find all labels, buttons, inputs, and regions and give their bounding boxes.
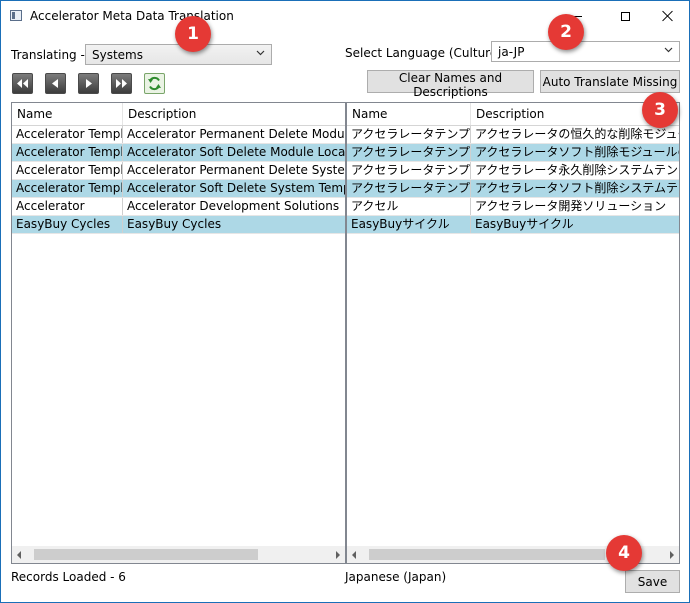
callout-badge-3: 3 — [642, 92, 678, 128]
table-row[interactable]: EasyBuyサイクル EasyBuyサイクル — [347, 216, 679, 234]
callout-badge-1: 1 — [175, 16, 211, 52]
cell-name[interactable]: Accelerator Templ 1 — [12, 180, 123, 197]
table-row[interactable]: EasyBuy Cycles EasyBuy Cycles — [12, 216, 345, 234]
records-loaded-text: Records Loaded - 6 — [11, 570, 126, 584]
cell-name[interactable]: EasyBuyサイクル — [347, 216, 471, 233]
cell-name[interactable]: アクセラレータテンプレート3 — [347, 144, 471, 161]
maximize-button[interactable] — [605, 1, 645, 31]
previous-record-button[interactable] — [45, 73, 66, 94]
save-button[interactable]: Save — [625, 570, 680, 593]
column-header-name[interactable]: Name — [347, 103, 471, 125]
culture-name-text: Japanese (Japan) — [345, 570, 447, 584]
table-row[interactable]: Accelerator Templ 2Accelerator Permanent… — [12, 162, 345, 180]
next-icon — [86, 79, 92, 88]
chevron-down-icon — [664, 47, 673, 53]
translation-grid-rows: アクセラレータテンプレート4アクセラレータの恒久的な削除モジュールの場所アクセラ… — [347, 126, 679, 234]
maximize-icon — [620, 11, 630, 21]
scroll-right-icon[interactable] — [336, 551, 340, 559]
cell-name[interactable]: アクセラレータテンプレート1 — [347, 180, 471, 197]
fast-forward-icon — [116, 79, 127, 88]
cell-name[interactable]: Accelerator — [12, 198, 123, 215]
translation-grid-header: Name Description — [347, 103, 679, 126]
cell-description[interactable]: アクセラレータソフト削除システムテンプレート — [471, 180, 679, 197]
cell-description[interactable]: アクセラレータ開発ソリューション — [471, 198, 679, 215]
source-grid-header: Name Description — [12, 103, 345, 126]
translating-select-value: Systems — [92, 48, 143, 62]
chevron-down-icon — [256, 50, 265, 56]
clear-names-button[interactable]: Clear Names and Descriptions — [367, 70, 534, 99]
cell-description[interactable]: アクセラレータ永久削除システムテンプレート — [471, 162, 679, 179]
column-header-description[interactable]: Description — [123, 103, 345, 125]
scrollbar-thumb[interactable] — [34, 549, 258, 560]
cell-name[interactable]: Accelerator Templ 4 — [12, 126, 123, 143]
source-grid[interactable]: Name Description Accelerator Templ 4Acce… — [11, 102, 346, 564]
cell-description[interactable]: Accelerator Soft Delete System Template — [123, 180, 345, 197]
table-row[interactable]: アクセラレータテンプレート3アクセラレータソフト削除モジュールの位置システム — [347, 144, 679, 162]
table-row[interactable]: Accelerator Templ 4Accelerator Permanent… — [12, 126, 345, 144]
cell-description[interactable]: Accelerator Development Solutions — [123, 198, 345, 215]
column-header-name[interactable]: Name — [12, 103, 123, 125]
close-button[interactable] — [648, 1, 688, 31]
refresh-button[interactable] — [144, 73, 165, 94]
app-window: Accelerator Meta Data Translation Transl… — [0, 0, 690, 603]
cell-description[interactable]: EasyBuyサイクル — [471, 216, 679, 233]
scroll-left-icon[interactable] — [17, 551, 21, 559]
callout-badge-2: 2 — [548, 14, 584, 50]
cell-description[interactable]: アクセラレータの恒久的な削除モジュールの場所 — [471, 126, 679, 143]
cell-description[interactable]: Accelerator Permanent Delete System Temp… — [123, 162, 345, 179]
translating-select[interactable]: Systems — [85, 44, 272, 65]
cell-description[interactable]: EasyBuy Cycles — [123, 216, 345, 233]
cell-name[interactable]: Accelerator Templ 2 — [12, 162, 123, 179]
title-bar[interactable]: Accelerator Meta Data Translation — [1, 1, 689, 31]
refresh-icon — [148, 76, 161, 91]
last-record-button[interactable] — [111, 73, 132, 94]
cell-name[interactable]: アクセル — [347, 198, 471, 215]
next-record-button[interactable] — [78, 73, 99, 94]
app-icon — [10, 10, 22, 21]
translating-label: Translating - — [11, 48, 85, 62]
close-icon — [662, 10, 674, 22]
table-row[interactable]: アクセラレータテンプレート4アクセラレータの恒久的な削除モジュールの場所 — [347, 126, 679, 144]
table-row[interactable]: Accelerator Templ 3Accelerator Soft Dele… — [12, 144, 345, 162]
translation-grid[interactable]: Name Description アクセラレータテンプレート4アクセラレータの恒… — [346, 102, 680, 564]
table-row[interactable]: Accelerator Accelerator Development Solut… — [12, 198, 345, 216]
cell-description[interactable]: Accelerator Soft Delete Module Location … — [123, 144, 345, 161]
cell-name[interactable]: アクセラレータテンプレート2 — [347, 162, 471, 179]
language-label: Select Language (Culture) — [345, 46, 502, 60]
horizontal-scrollbar[interactable] — [12, 546, 345, 563]
source-grid-rows: Accelerator Templ 4Accelerator Permanent… — [12, 126, 345, 234]
rewind-icon — [17, 79, 28, 88]
language-select[interactable]: ja-JP — [491, 41, 680, 62]
cell-name[interactable]: Accelerator Templ 3 — [12, 144, 123, 161]
cell-description[interactable]: Accelerator Permanent Delete Module Loca… — [123, 126, 345, 143]
cell-description[interactable]: アクセラレータソフト削除モジュールの位置システム — [471, 144, 679, 161]
previous-icon — [52, 79, 58, 88]
auto-translate-button[interactable]: Auto Translate Missing — [540, 70, 680, 93]
callout-badge-4: 4 — [606, 535, 642, 571]
scrollbar-thumb[interactable] — [369, 549, 605, 560]
table-row[interactable]: アクセラレータテンプレート1アクセラレータソフト削除システムテンプレート — [347, 180, 679, 198]
scroll-right-icon[interactable] — [670, 551, 674, 559]
table-row[interactable]: Accelerator Templ 1Accelerator Soft Dele… — [12, 180, 345, 198]
first-record-button[interactable] — [12, 73, 33, 94]
table-row[interactable]: アクセラレータテンプレート2アクセラレータ永久削除システムテンプレート — [347, 162, 679, 180]
table-row[interactable]: アクセル アクセラレータ開発ソリューション — [347, 198, 679, 216]
language-select-value: ja-JP — [498, 45, 525, 59]
cell-name[interactable]: EasyBuy Cycles — [12, 216, 123, 233]
scroll-left-icon[interactable] — [352, 551, 356, 559]
cell-name[interactable]: アクセラレータテンプレート4 — [347, 126, 471, 143]
